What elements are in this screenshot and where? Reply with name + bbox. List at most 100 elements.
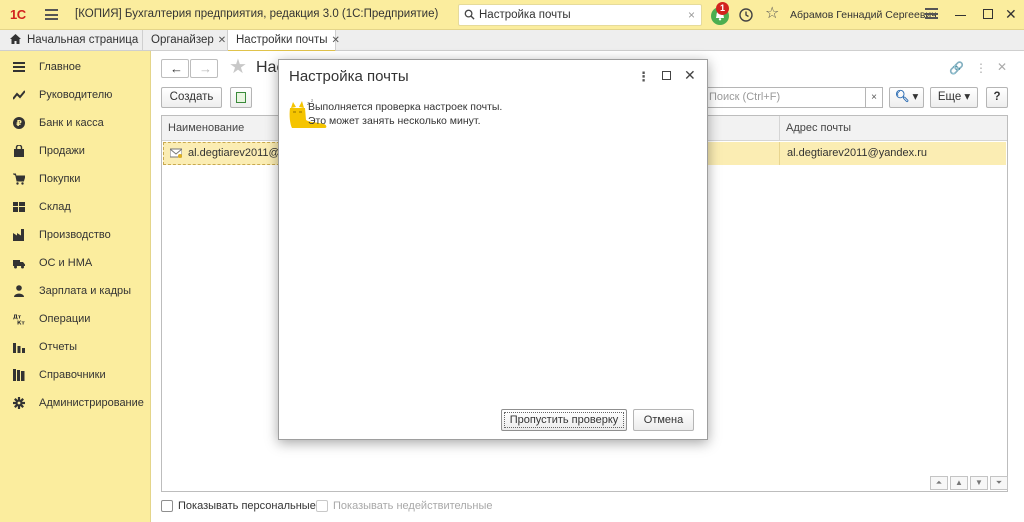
sidebar-item-label: Зарплата и кадры	[39, 285, 132, 297]
tab-organizer[interactable]: Органайзер ✕	[143, 30, 228, 51]
sidebar-item-label: Руководителю	[39, 89, 113, 101]
history-icon[interactable]	[738, 7, 754, 23]
scroll-top-button[interactable]: ⏶	[930, 476, 948, 490]
sidebar-item-sales[interactable]: Продажи	[0, 137, 151, 165]
cancel-button[interactable]: Отмена	[633, 409, 694, 431]
more-menu-button[interactable]: Еще ▾	[930, 87, 978, 108]
user-name[interactable]: Абрамов Геннадий Сергеевич	[790, 9, 937, 21]
maximize-window-button[interactable]	[983, 9, 993, 19]
close-tab-icon[interactable]: ✕	[331, 35, 339, 46]
settings-menu-icon[interactable]	[925, 8, 938, 21]
sidebar-item-purchases[interactable]: Покупки	[0, 165, 151, 193]
close-form-icon[interactable]: ✕	[997, 60, 1007, 74]
scroll-up-button[interactable]: ▲	[950, 476, 968, 490]
sidebar-item-label: Покупки	[39, 173, 81, 185]
scroll-buttons: ⏶ ▲ ▼ ⏷	[930, 476, 1008, 491]
main-menu-icon[interactable]	[45, 9, 58, 20]
sidebar-item-payroll[interactable]: Зарплата и кадры	[0, 277, 151, 305]
scroll-bottom-button[interactable]: ⏷	[990, 476, 1008, 490]
dialog-title: Настройка почты	[289, 68, 409, 85]
search-icon: 🔍︎	[894, 91, 910, 103]
dt-kt-icon: ДтКт	[13, 315, 25, 326]
sidebar-item-production[interactable]: Производство	[0, 221, 151, 249]
column-header-address[interactable]: Адрес почты	[786, 122, 851, 134]
sidebar-item-reports[interactable]: Отчеты	[0, 333, 151, 361]
notification-count-badge: 1	[716, 2, 729, 15]
sidebar-item-label: Операции	[39, 313, 91, 325]
sidebar-item-label: Продажи	[39, 145, 85, 157]
sidebar: Главное Руководителю ₽ Банк и касса Прод…	[0, 51, 151, 522]
back-button[interactable]: ←	[161, 59, 189, 78]
dialog-message-line-1: Выполняется проверка настроек почты.	[308, 101, 503, 113]
close-window-button[interactable]: ✕	[1005, 6, 1017, 22]
sidebar-item-bank[interactable]: ₽ Банк и касса	[0, 109, 151, 137]
help-button[interactable]: ?	[986, 87, 1008, 108]
app-title: [КОПИЯ] Бухгалтерия предприятия, редакци…	[75, 8, 439, 20]
form-title: Настройки почты	[256, 59, 280, 76]
close-tab-icon[interactable]: ✕	[218, 35, 226, 46]
title-bar: 1С [КОПИЯ] Бухгалтерия предприятия, реда…	[0, 0, 1024, 30]
mail-account-icon	[170, 148, 182, 158]
tab-home[interactable]: Начальная страница	[0, 30, 143, 51]
sidebar-item-label: Склад	[39, 201, 71, 213]
dialog-close-button[interactable]: ✕	[684, 67, 696, 84]
global-search-input[interactable]: Настройка почты ×	[458, 4, 702, 26]
scroll-down-button[interactable]: ▼	[970, 476, 988, 490]
sidebar-item-director[interactable]: Руководителю	[0, 81, 151, 109]
truck-icon	[13, 260, 25, 269]
sidebar-item-administration[interactable]: Администрирование	[0, 389, 151, 417]
link-icon[interactable]: 🔗	[949, 61, 964, 75]
list-search-placeholder: Поиск (Ctrl+F)	[709, 91, 781, 103]
tab-label: Настройки почты	[236, 34, 328, 46]
sidebar-item-fixed-assets[interactable]: ОС и НМА	[0, 249, 151, 277]
mail-check-dialog: Настройка почты ⋮ ✕ z z Выполняется пров…	[278, 59, 708, 440]
tab-bar: Начальная страница Органайзер ✕ Настройки…	[0, 30, 1024, 52]
list-search-input[interactable]: Поиск (Ctrl+F)	[704, 87, 866, 108]
books-icon	[13, 369, 25, 381]
dialog-message-line-2: Это может занять несколько минут.	[308, 115, 481, 127]
bag-icon	[14, 145, 24, 157]
global-search-value: Настройка почты	[479, 9, 571, 21]
add-to-favorites-star-icon[interactable]: ★	[229, 55, 247, 79]
forward-button[interactable]: →	[190, 59, 218, 78]
cart-icon	[13, 173, 25, 185]
find-button[interactable]: 🔍︎ ▾	[889, 87, 924, 108]
ruble-icon: ₽	[13, 117, 25, 129]
column-divider	[779, 142, 780, 165]
minimize-window-button[interactable]	[955, 7, 967, 21]
clear-list-search-button[interactable]: ×	[865, 87, 883, 108]
favorites-star-icon[interactable]: ☆	[765, 5, 779, 23]
show-personal-checkbox[interactable]	[161, 500, 173, 512]
arrow-left-icon: ←	[170, 61, 183, 76]
skip-check-button[interactable]: Пропустить проверку	[501, 409, 627, 431]
dialog-maximize-button[interactable]	[662, 71, 671, 80]
tab-label: Начальная страница	[27, 34, 139, 46]
row-address-cell: al.degtiarev2011@yandex.ru	[787, 147, 927, 159]
dialog-more-actions-icon[interactable]: ⋮	[637, 69, 650, 85]
bar-chart-icon	[13, 343, 25, 353]
menu-icon	[13, 62, 25, 72]
show-personal-label[interactable]: Показывать персональные	[178, 500, 316, 512]
copy-item-button[interactable]	[230, 87, 252, 108]
create-button[interactable]: Создать	[161, 87, 222, 108]
warehouse-icon	[13, 202, 25, 212]
clear-search-icon[interactable]: ×	[688, 8, 695, 22]
gear-icon	[13, 397, 25, 409]
form-more-actions-icon[interactable]: ⋮	[975, 61, 987, 75]
sidebar-item-warehouse[interactable]: Склад	[0, 193, 151, 221]
person-icon	[14, 285, 24, 297]
show-invalid-label: Показывать недействительные	[333, 500, 493, 512]
column-header-name[interactable]: Наименование	[168, 122, 244, 134]
sidebar-item-label: Справочники	[39, 369, 106, 381]
tab-mail-settings[interactable]: Настройки почты ✕	[228, 30, 340, 52]
app-logo[interactable]: 1С	[10, 7, 26, 22]
sidebar-item-references[interactable]: Справочники	[0, 361, 151, 389]
sidebar-item-label: Администрирование	[39, 397, 144, 409]
search-icon	[464, 9, 475, 20]
sidebar-item-main[interactable]: Главное	[0, 53, 151, 81]
sidebar-item-label: Банк и касса	[39, 117, 104, 129]
sidebar-item-operations[interactable]: Дт Кт Операции	[0, 305, 151, 333]
copy-icon	[236, 92, 246, 103]
trend-icon	[13, 90, 25, 100]
sidebar-item-label: Отчеты	[39, 341, 78, 353]
